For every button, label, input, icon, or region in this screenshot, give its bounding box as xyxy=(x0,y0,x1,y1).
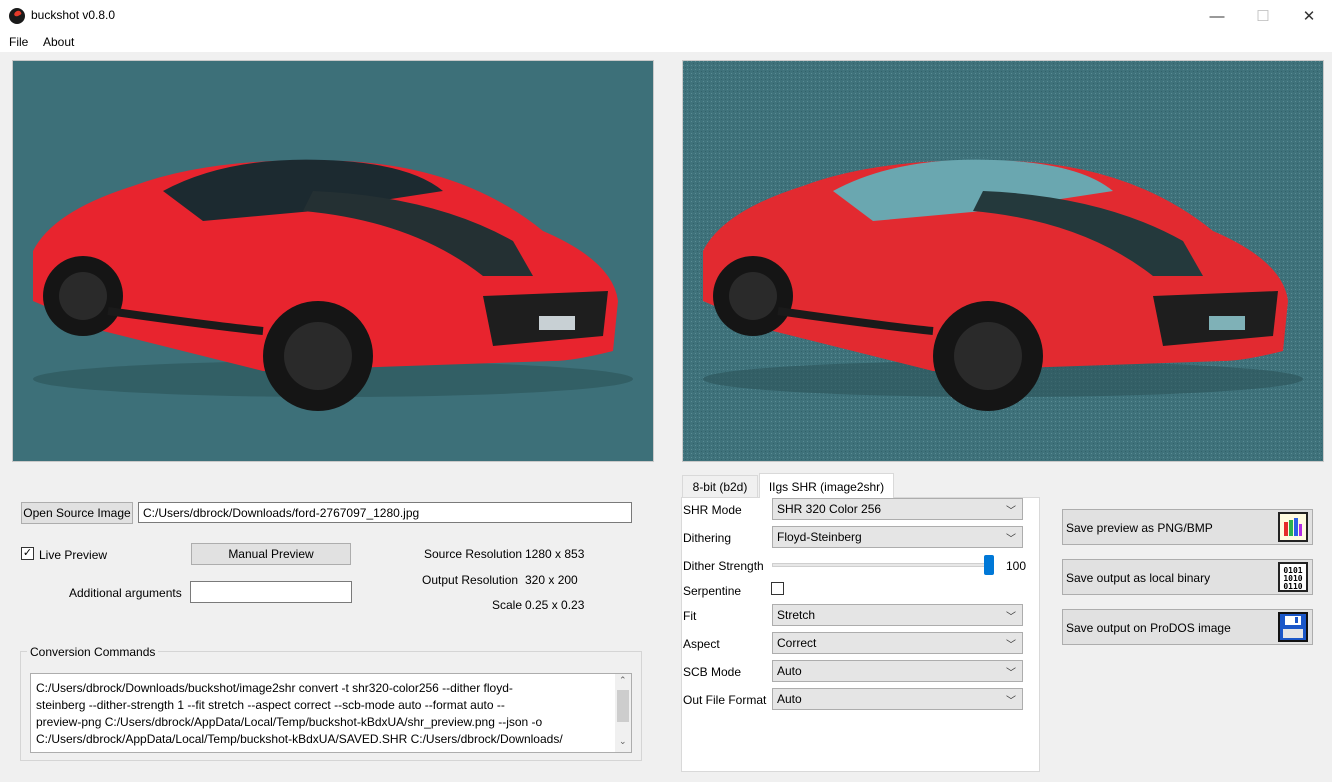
menu-file[interactable]: File xyxy=(9,35,28,49)
scale-label: Scale xyxy=(492,598,523,612)
scb-mode-value: Auto xyxy=(777,664,802,678)
shr-mode-label: SHR Mode xyxy=(683,503,742,517)
shr-mode-value: SHR 320 Color 256 xyxy=(777,502,882,516)
command-line: C:/Users/dbrock/Downloads/buckshot/image… xyxy=(36,681,513,695)
chevron-down-icon: ﹀ xyxy=(1006,668,1016,679)
serpentine-checkbox[interactable] xyxy=(771,582,784,595)
chevron-down-icon: ﹀ xyxy=(1006,696,1016,707)
dithering-select[interactable]: Floyd-Steinberg ﹀ xyxy=(772,526,1023,548)
aspect-value: Correct xyxy=(777,636,817,650)
dither-strength-track[interactable] xyxy=(772,563,994,567)
command-line: C:/Users/dbrock/AppData/Local/Temp/bucks… xyxy=(36,732,563,746)
floppy-disk-icon xyxy=(1278,612,1308,642)
additional-arguments-field[interactable] xyxy=(190,581,352,603)
live-preview-label: Live Preview xyxy=(39,548,108,562)
minimize-button[interactable]: — xyxy=(1194,0,1240,32)
save-prodos-label: Save output on ProDOS image xyxy=(1066,621,1231,635)
dithering-value: Floyd-Steinberg xyxy=(777,530,862,544)
scb-mode-select[interactable]: Auto ﹀ xyxy=(772,660,1023,682)
aspect-label: Aspect xyxy=(683,637,720,651)
dither-strength-slider-thumb[interactable] xyxy=(984,555,994,575)
fit-select[interactable]: Stretch ﹀ xyxy=(772,604,1023,626)
tab-8bit[interactable]: 8-bit (b2d) xyxy=(682,475,758,497)
out-file-format-select[interactable]: Auto ﹀ xyxy=(772,688,1023,710)
conversion-commands-text[interactable]: C:/Users/dbrock/Downloads/buckshot/image… xyxy=(30,673,632,753)
source-resolution-value: 1280 x 853 xyxy=(525,547,585,561)
out-file-format-label: Out File Format xyxy=(683,693,767,707)
source-path-field[interactable]: C:/Users/dbrock/Downloads/ford-2767097_1… xyxy=(138,502,632,523)
scb-mode-label: SCB Mode xyxy=(683,665,742,679)
command-line: steinberg --dither-strength 1 --fit stre… xyxy=(36,698,505,712)
scrollbar-thumb[interactable] xyxy=(617,690,629,722)
dithering-label: Dithering xyxy=(683,531,732,545)
tab-iigs-shr[interactable]: IIgs SHR (image2shr) xyxy=(759,473,894,498)
save-preview-button[interactable]: Save preview as PNG/BMP xyxy=(1062,509,1313,545)
commands-scrollbar[interactable]: ⌃ ⌄ xyxy=(615,674,631,752)
additional-arguments-label: Additional arguments xyxy=(69,586,182,600)
shr-mode-select[interactable]: SHR 320 Color 256 ﹀ xyxy=(772,498,1023,520)
preview-image-panel xyxy=(682,60,1324,462)
command-line: preview-png C:/Users/dbrock/AppData/Loca… xyxy=(36,715,543,729)
live-preview-checkbox[interactable]: ✓ xyxy=(21,547,34,560)
scroll-up-icon[interactable]: ⌃ xyxy=(619,675,627,686)
save-binary-label: Save output as local binary xyxy=(1066,571,1211,585)
aspect-select[interactable]: Correct ﹀ xyxy=(772,632,1023,654)
binary-file-icon: 0101 1010 0110 xyxy=(1278,562,1308,592)
output-resolution-value: 320 x 200 xyxy=(525,573,578,587)
source-image-panel xyxy=(12,60,654,462)
source-car-image xyxy=(13,61,653,461)
close-button[interactable]: ✕ xyxy=(1286,0,1332,32)
source-resolution-label: Source Resolution xyxy=(424,547,523,561)
chevron-down-icon: ﹀ xyxy=(1006,640,1016,651)
app-icon xyxy=(9,8,25,24)
output-resolution-label: Output Resolution xyxy=(422,573,519,587)
maximize-button[interactable]: ☐ xyxy=(1240,0,1286,32)
save-preview-label: Save preview as PNG/BMP xyxy=(1066,521,1213,535)
chevron-down-icon: ﹀ xyxy=(1006,612,1016,623)
window-title: buckshot v0.8.0 xyxy=(31,8,116,22)
chevron-down-icon: ﹀ xyxy=(1006,506,1016,517)
title-bar xyxy=(0,0,1332,32)
conversion-commands-title: Conversion Commands xyxy=(27,645,159,659)
scroll-down-icon[interactable]: ⌄ xyxy=(619,736,627,747)
menu-bar xyxy=(0,32,1332,52)
save-prodos-button[interactable]: Save output on ProDOS image xyxy=(1062,609,1313,645)
preview-car-image xyxy=(683,61,1323,461)
out-file-format-value: Auto xyxy=(777,692,802,706)
fit-value: Stretch xyxy=(777,608,816,622)
fit-label: Fit xyxy=(683,609,697,623)
chevron-down-icon: ﹀ xyxy=(1006,534,1016,545)
manual-preview-button[interactable]: Manual Preview xyxy=(191,543,351,565)
save-binary-button[interactable]: Save output as local binary 0101 1010 0110 xyxy=(1062,559,1313,595)
image-file-icon xyxy=(1278,512,1308,542)
menu-about[interactable]: About xyxy=(43,35,74,49)
dither-strength-value: 100 xyxy=(1006,559,1027,573)
dither-strength-label: Dither Strength xyxy=(683,559,764,573)
open-source-image-button[interactable]: Open Source Image xyxy=(21,502,133,524)
scale-value: 0.25 x 0.23 xyxy=(525,598,585,612)
serpentine-label: Serpentine xyxy=(683,584,742,598)
